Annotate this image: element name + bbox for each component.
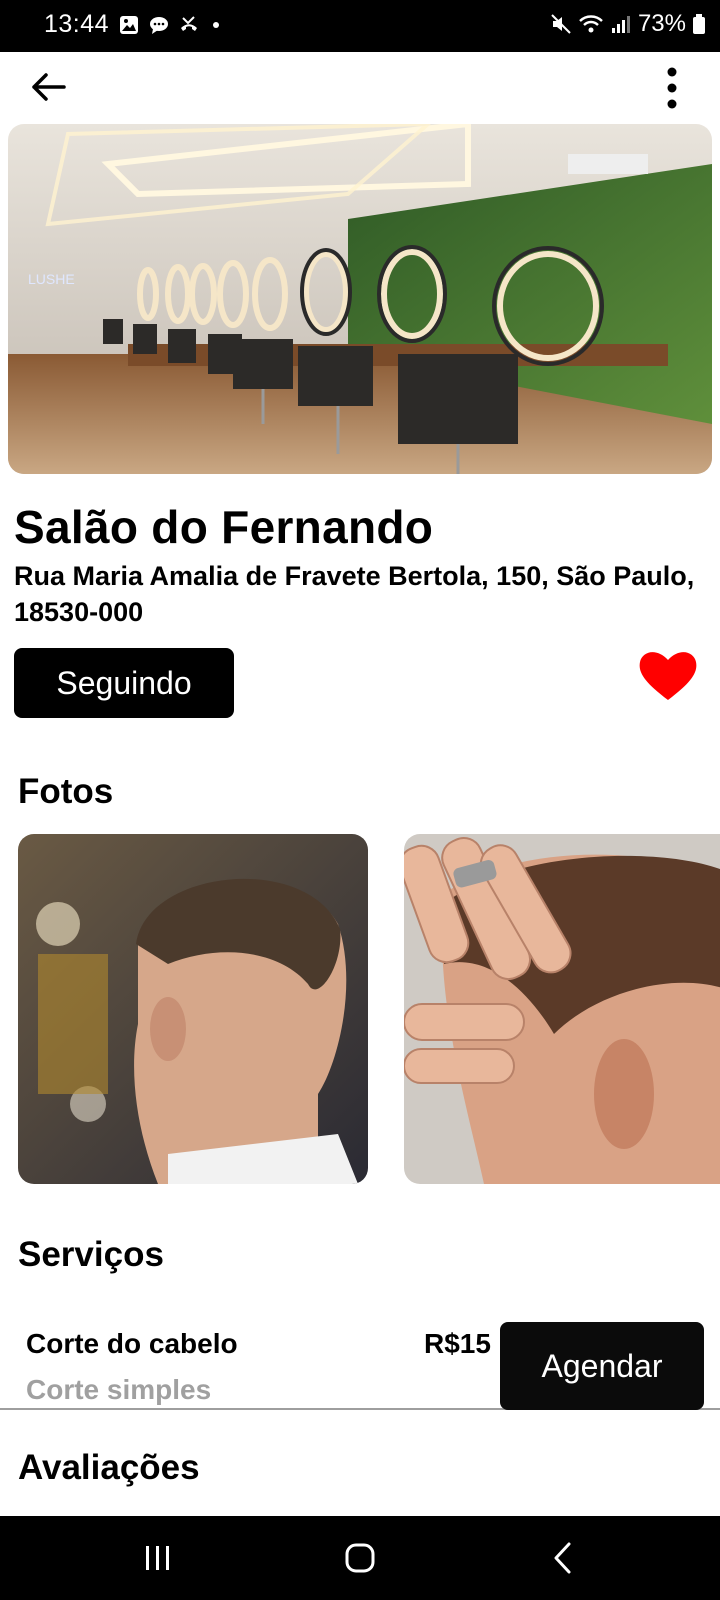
arrow-left-icon[interactable] (26, 68, 70, 106)
photos-section-title: Fotos (18, 772, 114, 811)
photo-haircut-fade[interactable] (18, 834, 368, 1184)
reviews-section-title: Avaliações (18, 1448, 200, 1487)
back-chevron-icon[interactable] (544, 1538, 584, 1578)
salon-name: Salão do Fernando (14, 501, 434, 553)
follow-button[interactable]: Seguindo (14, 648, 234, 718)
home-icon[interactable] (340, 1538, 380, 1578)
app-bar (0, 52, 720, 122)
photos-carousel[interactable] (18, 834, 720, 1184)
system-nav-bar (0, 1516, 720, 1600)
mute-icon (551, 14, 571, 34)
recent-apps-icon[interactable] (138, 1538, 178, 1578)
salon-interior-illustration: LUSHE (8, 124, 712, 474)
chat-notification-icon (150, 17, 168, 34)
service-price: R$15 (424, 1328, 491, 1359)
photo-hair-styling[interactable] (404, 834, 720, 1184)
wifi-icon (579, 15, 603, 33)
service-row: Corte do cabelo Corte simples R$15 Agend… (0, 1318, 720, 1410)
service-name: Corte do cabelo (26, 1328, 238, 1359)
salon-address: Rua Maria Amalia de Fravete Bertola, 150… (14, 561, 695, 627)
battery-percent: 73% (637, 10, 686, 37)
signal-icon (611, 16, 630, 33)
status-time: 13:44 (44, 10, 110, 38)
battery-icon (693, 14, 705, 34)
services-section-title: Serviços (18, 1235, 164, 1274)
hero-sign-text: LUSHE (28, 271, 75, 287)
gallery-notification-icon (120, 16, 138, 34)
service-description: Corte simples (26, 1374, 212, 1405)
dot-icon (213, 22, 219, 28)
more-vertical-icon[interactable] (664, 66, 680, 110)
missed-call-icon (181, 16, 197, 31)
salon-hero-image: LUSHE (8, 124, 712, 474)
heart-icon[interactable] (638, 648, 698, 704)
book-button[interactable]: Agendar (500, 1322, 704, 1410)
status-bar: 13:44 73% (0, 0, 720, 52)
